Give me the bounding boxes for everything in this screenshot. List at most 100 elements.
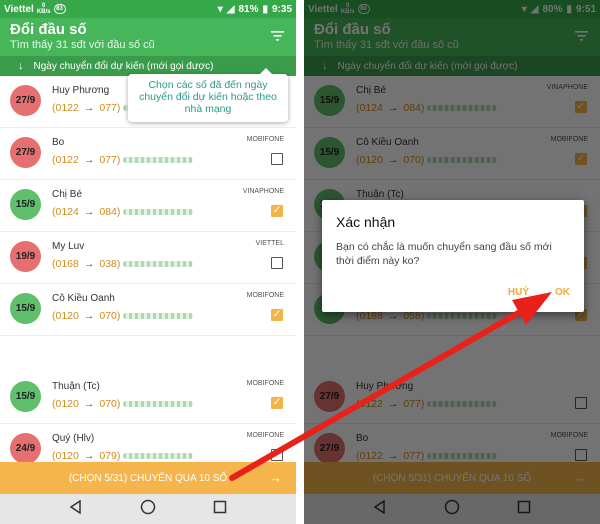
arrow-right-icon: → bbox=[573, 470, 586, 485]
old-prefix: (0120 bbox=[52, 450, 79, 462]
clock: 9:35 bbox=[271, 3, 292, 15]
blurred-number bbox=[427, 401, 498, 407]
select-checkbox[interactable] bbox=[271, 449, 283, 461]
filter-icon[interactable] bbox=[271, 28, 284, 46]
date-avatar: 15/9 bbox=[10, 381, 41, 412]
list-item[interactable]: 15/9 Cô Kiều Oanh (0120 → 070) MOBIFONE ✓ bbox=[0, 284, 296, 336]
list-item[interactable]: 15/9 Chị Bé (0124 → 084) VINAPHONE ✓ bbox=[304, 76, 600, 128]
blurred-number bbox=[427, 313, 498, 319]
sort-bar[interactable]: ↓ Ngày chuyển đổi dự kiến (mới gọi được) bbox=[0, 56, 296, 76]
select-checkbox[interactable]: ✓ bbox=[271, 205, 283, 217]
contact-name: Huy Phương bbox=[356, 381, 414, 392]
select-checkbox[interactable] bbox=[271, 153, 283, 165]
contact-name: Cô Kiều Oanh bbox=[356, 137, 419, 148]
sort-label: Ngày chuyển đổi dự kiến (mới gọi được) bbox=[337, 60, 518, 72]
select-checkbox[interactable]: ✓ bbox=[575, 101, 587, 113]
status-bar: Viettel 0 KB/s 80 ▾ ◢ 80% ▮ 9:51 bbox=[304, 0, 600, 18]
new-prefix: 070) bbox=[99, 398, 121, 410]
contact-name: Quý (Hlv) bbox=[52, 433, 95, 444]
convert-button[interactable]: (CHỌN 5/31) CHUYỂN QUA 10 SỐ → bbox=[0, 462, 296, 494]
arrow-right-icon: → bbox=[83, 310, 95, 322]
home-icon[interactable] bbox=[444, 499, 460, 520]
cancel-button[interactable]: HUỶ bbox=[508, 287, 529, 298]
battery-icon: ▮ bbox=[566, 3, 572, 15]
network-label: MOBIFONE bbox=[550, 432, 588, 439]
contact-name: Thuận (Tc) bbox=[52, 381, 100, 392]
network-label: MOBIFONE bbox=[550, 136, 588, 143]
number-change: (0122 → 077) bbox=[356, 450, 498, 462]
date-avatar: 15/9 bbox=[10, 189, 41, 220]
old-prefix: (0168 bbox=[52, 258, 79, 270]
clock: 9:51 bbox=[575, 3, 596, 15]
network-label: MOBIFONE bbox=[246, 292, 284, 299]
new-prefix: 077) bbox=[99, 102, 121, 114]
list-item[interactable]: 15/9 Chị Bé (0124 → 084) VINAPHONE ✓ bbox=[0, 180, 296, 232]
network-label: VINAPHONE bbox=[242, 188, 284, 195]
filter-icon[interactable] bbox=[575, 28, 588, 46]
status-bar: Viettel 0 KB/s 83 ▾ ◢ 81% ▮ 9:35 bbox=[0, 0, 296, 18]
blurred-number bbox=[123, 313, 194, 319]
date-avatar: 27/9 bbox=[10, 137, 41, 168]
select-checkbox[interactable]: ✓ bbox=[271, 309, 283, 321]
arrow-right-icon: → bbox=[83, 154, 95, 166]
list-item[interactable]: 15/9 Thuận (Tc) (0120 → 070) MOBIFONE ✓ bbox=[0, 372, 296, 424]
blurred-number bbox=[427, 453, 498, 459]
old-prefix: (0122 bbox=[52, 102, 79, 114]
contact-name: Chị Bé bbox=[52, 189, 83, 200]
back-icon[interactable] bbox=[69, 499, 83, 519]
list-item[interactable]: 27/9 Huy Phương (0122 → 077) bbox=[304, 372, 600, 424]
arrow-right-icon: → bbox=[83, 206, 95, 218]
ok-button[interactable]: OK bbox=[555, 287, 570, 298]
blurred-number bbox=[123, 209, 194, 215]
number-change: (0122 → 077) bbox=[52, 154, 194, 166]
dialog-title: Xác nhận bbox=[336, 214, 396, 230]
page-subtitle: Tìm thấy 31 sđt với đầu số cũ bbox=[10, 39, 155, 51]
home-icon[interactable] bbox=[140, 499, 156, 520]
signal-icon: ◢ bbox=[226, 3, 235, 15]
list-item[interactable]: 15/9 Cô Kiều Oanh (0120 → 070) MOBIFONE ✓ bbox=[304, 128, 600, 180]
list-item[interactable]: 27/9 Bo (0122 → 077) MOBIFONE bbox=[0, 128, 296, 180]
date-avatar: 27/9 bbox=[314, 433, 345, 464]
arrow-down-icon: ↓ bbox=[322, 60, 328, 72]
app-bar: Đổi đầu số Tìm thấy 31 sđt với đầu số cũ bbox=[0, 18, 296, 56]
new-prefix: 077) bbox=[403, 450, 425, 462]
recents-icon[interactable] bbox=[213, 500, 227, 519]
app-bar: Đổi đầu số Tìm thấy 31 sđt với đầu số cũ bbox=[304, 18, 600, 56]
network-label: MOBIFONE bbox=[246, 432, 284, 439]
contact-name: My Luv bbox=[52, 241, 85, 252]
carrier-label: Viettel bbox=[4, 3, 34, 15]
date-avatar: 19/9 bbox=[10, 241, 41, 272]
select-checkbox[interactable] bbox=[271, 257, 283, 269]
net-speed: 0 KB/s bbox=[36, 3, 51, 15]
network-label: MOBIFONE bbox=[246, 136, 284, 143]
list-item[interactable]: 19/9 My Luv (0168 → 038) VIETTEL bbox=[0, 232, 296, 284]
date-avatar: 27/9 bbox=[10, 85, 41, 116]
sort-bar[interactable]: ↓ Ngày chuyển đổi dự kiến (mới gọi được) bbox=[304, 56, 600, 76]
new-prefix: 084) bbox=[403, 102, 425, 114]
new-prefix: 070) bbox=[99, 310, 121, 322]
arrow-right-icon: → bbox=[83, 450, 95, 462]
date-avatar: 15/9 bbox=[10, 293, 41, 324]
blurred-number bbox=[123, 157, 194, 163]
sort-label: Ngày chuyển đổi dự kiến (mới gọi được) bbox=[33, 60, 214, 72]
select-checkbox[interactable] bbox=[575, 449, 587, 461]
blurred-number bbox=[123, 401, 194, 407]
contact-name: Bo bbox=[52, 137, 65, 148]
new-prefix: 079) bbox=[99, 450, 121, 462]
battery-icon: ▮ bbox=[262, 3, 268, 15]
recents-icon[interactable] bbox=[517, 500, 531, 519]
date-avatar: 15/9 bbox=[314, 137, 345, 168]
new-prefix: 038) bbox=[99, 258, 121, 270]
number-change: (0124 → 084) bbox=[356, 102, 498, 114]
old-prefix: (0124 bbox=[52, 206, 79, 218]
arrow-right-icon: → bbox=[387, 154, 399, 166]
date-avatar: 27/9 bbox=[314, 381, 345, 412]
select-checkbox[interactable]: ✓ bbox=[271, 397, 283, 409]
network-label: VINAPHONE bbox=[546, 84, 588, 91]
confirm-dialog: Xác nhận Bạn có chắc là muốn chuyển sang… bbox=[322, 200, 584, 312]
back-icon[interactable] bbox=[373, 499, 387, 519]
number-change: (0120 → 079) bbox=[52, 450, 194, 462]
select-checkbox[interactable]: ✓ bbox=[575, 153, 587, 165]
select-checkbox[interactable] bbox=[575, 397, 587, 409]
convert-button[interactable]: (CHỌN 5/31) CHUYỂN QUA 10 SỐ → bbox=[304, 462, 600, 494]
